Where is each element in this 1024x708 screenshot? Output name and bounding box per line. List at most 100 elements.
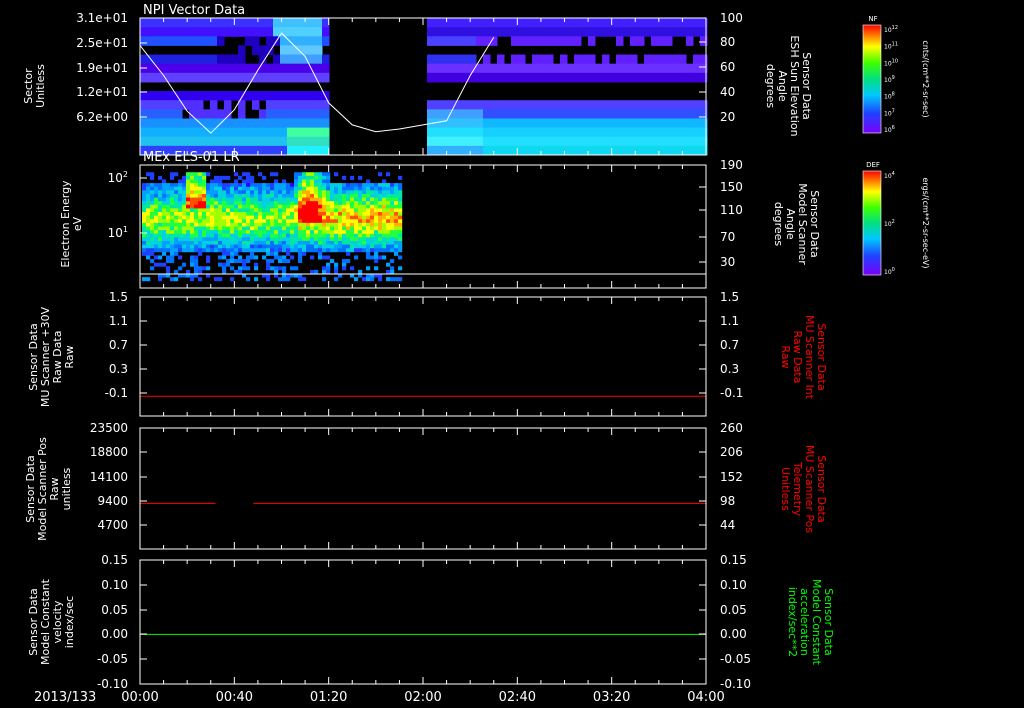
spectrogram-cell xyxy=(186,233,191,238)
spectrogram-cell xyxy=(262,197,267,202)
heatmap-cell xyxy=(658,127,666,138)
heatmap-cell xyxy=(315,45,323,56)
spectrogram-cell xyxy=(314,248,319,253)
heatmap-cell xyxy=(280,109,288,119)
spectrogram-cell xyxy=(318,190,323,195)
heatmap-cell xyxy=(665,118,673,129)
heatmap-cell xyxy=(679,118,687,129)
spectrogram-cell xyxy=(302,208,307,213)
spectrogram-cell xyxy=(238,266,243,271)
spectrogram-cell xyxy=(306,222,311,227)
spectrogram-cell xyxy=(222,219,227,224)
spectrogram-cell xyxy=(366,183,371,188)
spectrogram-cell xyxy=(218,230,223,235)
heatmap-cell xyxy=(140,136,148,147)
spectrogram-cell xyxy=(162,204,167,209)
spectrogram-cell xyxy=(206,230,211,235)
spectrogram-cell xyxy=(250,201,255,206)
heatmap-cell xyxy=(441,145,449,156)
left-tick-label: 14100 xyxy=(90,470,128,484)
spectrogram-cell xyxy=(142,215,147,220)
spectrogram-cell xyxy=(358,222,363,227)
spectrogram-cell xyxy=(322,277,327,282)
spectrogram-cell xyxy=(398,215,403,220)
spectrogram-cell xyxy=(298,172,303,177)
heatmap-cell xyxy=(434,36,442,46)
spectrogram-cell xyxy=(342,201,347,206)
spectrogram-cell xyxy=(342,212,347,217)
spectrogram-cell xyxy=(246,219,251,224)
heatmap-cell xyxy=(595,118,603,129)
spectrogram-cell xyxy=(190,186,195,191)
heatmap-cell xyxy=(462,36,470,46)
spectrogram-cell xyxy=(174,212,179,217)
spectrogram-cell xyxy=(362,244,367,249)
heatmap-cell xyxy=(448,118,456,129)
spectrogram-cell xyxy=(334,172,339,177)
right-tick-label: 0.3 xyxy=(720,362,739,376)
spectrogram-cell xyxy=(374,219,379,224)
heatmap-cell xyxy=(497,109,505,119)
heatmap-cell xyxy=(217,54,225,65)
spectrogram-cell xyxy=(234,233,239,238)
heatmap-cell xyxy=(266,63,274,74)
heatmap-cell xyxy=(560,72,568,83)
spectrogram-cell xyxy=(362,230,367,235)
spectrogram-cell xyxy=(278,277,283,282)
heatmap-cell xyxy=(581,63,589,74)
spectrogram-cell xyxy=(178,208,183,213)
spectrogram-cell xyxy=(366,222,371,227)
spectrogram-cell xyxy=(202,248,207,253)
spectrogram-cell xyxy=(198,222,203,227)
right-axis-label: index/sec**2 xyxy=(786,587,799,657)
heatmap-cell xyxy=(315,109,323,119)
spectrogram-cell xyxy=(394,226,399,231)
panel-frame xyxy=(139,427,707,550)
spectrogram-cell xyxy=(254,266,259,271)
heatmap-cell xyxy=(693,127,701,138)
heatmap-cell xyxy=(609,109,617,119)
heatmap-cell xyxy=(469,127,477,138)
heatmap-cell xyxy=(196,109,204,119)
spectrogram-cell xyxy=(294,172,299,177)
spectrogram-cell xyxy=(178,179,183,184)
spectrogram-cell xyxy=(346,248,351,253)
left-axis-label: index/sec xyxy=(63,596,76,648)
spectrogram-cell xyxy=(378,230,383,235)
spectrogram-cell xyxy=(390,226,395,231)
spectrogram-cell xyxy=(198,183,203,188)
spectrogram-cell xyxy=(194,212,199,217)
spectrogram-cell xyxy=(266,215,271,220)
spectrogram-cell xyxy=(234,208,239,213)
spectrogram-cell xyxy=(150,251,155,256)
spectrogram-cell xyxy=(250,175,255,180)
spectrogram-cell xyxy=(190,262,195,267)
spectrogram-cell xyxy=(298,230,303,235)
spectrogram-cell xyxy=(218,244,223,249)
spectrogram-cell xyxy=(218,186,223,191)
spectrogram-cell xyxy=(366,219,371,224)
heatmap-cell xyxy=(616,72,624,83)
heatmap-cell xyxy=(630,63,638,74)
spectrogram-cell xyxy=(342,204,347,209)
heatmap-cell xyxy=(147,63,155,74)
spectrogram-cell xyxy=(226,233,231,238)
spectrogram-cell xyxy=(246,259,251,264)
heatmap-cell xyxy=(560,27,568,37)
spectrogram-cell xyxy=(178,219,183,224)
spectrogram-cell xyxy=(230,204,235,209)
spectrogram-cell xyxy=(358,204,363,209)
spectrogram-cell xyxy=(330,190,335,195)
heatmap-cell xyxy=(462,27,470,37)
spectrogram-cell xyxy=(346,208,351,213)
heatmap-cell xyxy=(434,136,442,147)
spectrogram-cell xyxy=(262,183,267,188)
spectrogram-cell xyxy=(166,233,171,238)
heatmap-cell xyxy=(175,127,183,138)
time-tick-label: 03:20 xyxy=(593,690,630,705)
spectrogram-cell xyxy=(314,172,319,177)
heatmap-cell xyxy=(693,100,701,110)
heatmap-cell xyxy=(630,72,638,83)
spectrogram-cell xyxy=(202,179,207,184)
spectrogram-cell xyxy=(150,208,155,213)
